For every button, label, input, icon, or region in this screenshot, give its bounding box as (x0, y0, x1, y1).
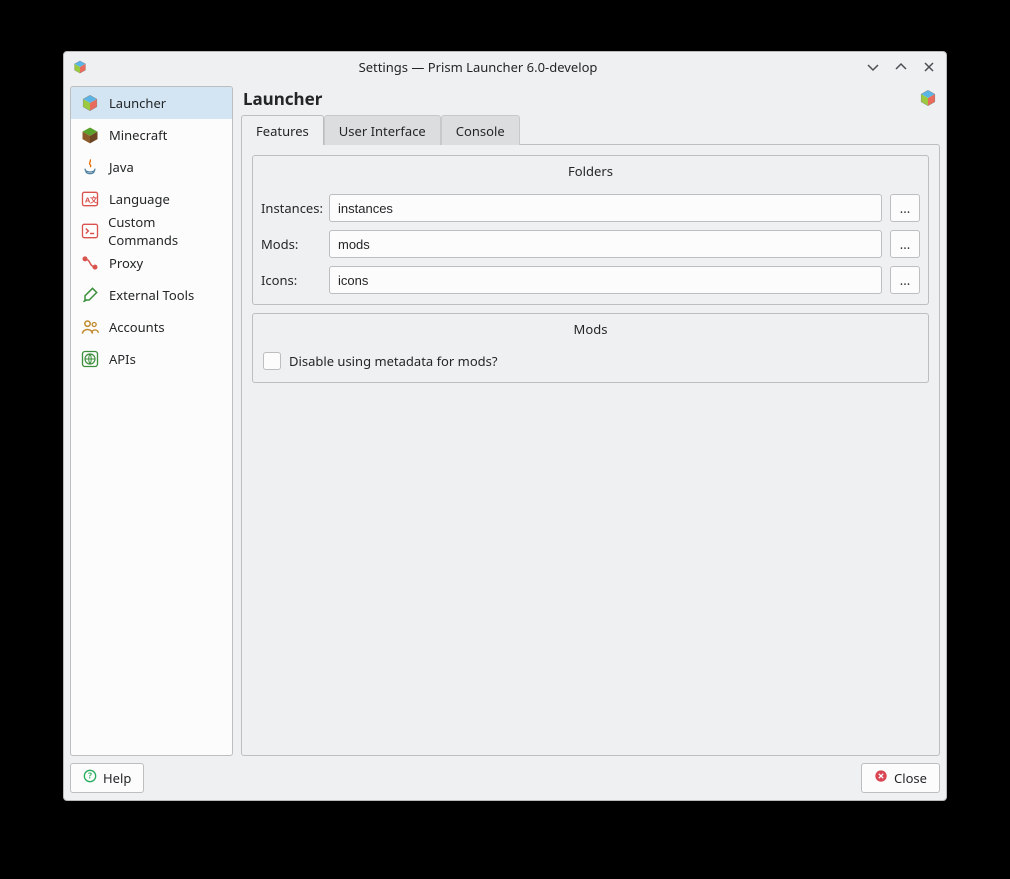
close-button-label: Close (894, 769, 927, 787)
sidebar-item-label: Launcher (109, 94, 166, 112)
instances-row: Instances: ... (261, 194, 920, 222)
disable-metadata-label: Disable using metadata for mods? (289, 352, 498, 370)
tab-features[interactable]: Features (241, 115, 324, 145)
instances-browse-button[interactable]: ... (890, 194, 920, 222)
terminal-icon (79, 220, 100, 242)
tab-label: Console (456, 122, 505, 140)
mods-label: Mods: (261, 235, 321, 253)
tab-label: Features (256, 122, 309, 140)
grass-block-icon (79, 124, 101, 146)
upper-area: Launcher Minecraft (70, 86, 940, 756)
sidebar-item-language[interactable]: A 文 Language (71, 183, 232, 215)
close-window-button[interactable] (920, 58, 938, 76)
sidebar-item-minecraft[interactable]: Minecraft (71, 119, 232, 151)
proxy-icon (79, 252, 101, 274)
folders-legend: Folders (261, 158, 920, 186)
help-icon: ? (83, 769, 97, 787)
help-button-label: Help (103, 769, 131, 787)
sidebar-item-label: APIs (109, 350, 136, 368)
sidebar-item-label: Accounts (109, 318, 165, 336)
prism-icon (79, 92, 101, 114)
sidebar-item-external-tools[interactable]: External Tools (71, 279, 232, 311)
external-tools-icon (79, 284, 101, 306)
tab-user-interface[interactable]: User Interface (324, 115, 441, 145)
mods-browse-button[interactable]: ... (890, 230, 920, 258)
sidebar-item-apis[interactable]: APIs (71, 343, 232, 375)
sidebar-item-proxy[interactable]: Proxy (71, 247, 232, 279)
close-icon (874, 769, 888, 787)
tab-label: User Interface (339, 122, 426, 140)
icons-input[interactable] (329, 266, 882, 294)
instances-label: Instances: (261, 199, 321, 217)
sidebar-item-custom-commands[interactable]: Custom Commands (71, 215, 232, 247)
accounts-icon (79, 316, 101, 338)
settings-sidebar: Launcher Minecraft (70, 86, 233, 756)
tab-console[interactable]: Console (441, 115, 520, 145)
mods-row: Mods: ... (261, 230, 920, 258)
sidebar-item-java[interactable]: Java (71, 151, 232, 183)
folders-group: Folders Instances: ... Mods: (252, 155, 929, 305)
client-area: Launcher Minecraft (64, 82, 946, 800)
sidebar-item-label: External Tools (109, 286, 194, 304)
icons-label: Icons: (261, 271, 321, 289)
settings-window: Settings — Prism Launcher 6.0-develop (63, 51, 947, 801)
disable-metadata-row: Disable using metadata for mods? (261, 344, 920, 372)
window-title: Settings — Prism Launcher 6.0-develop (92, 58, 864, 76)
ellipsis-icon: ... (900, 271, 910, 289)
icons-row: Icons: ... (261, 266, 920, 294)
sidebar-item-label: Java (109, 158, 134, 176)
mods-legend: Mods (261, 316, 920, 344)
language-icon: A 文 (79, 188, 101, 210)
sidebar-item-label: Minecraft (109, 126, 167, 144)
disable-metadata-checkbox[interactable] (263, 352, 281, 370)
ellipsis-icon: ... (900, 235, 910, 253)
sidebar-item-accounts[interactable]: Accounts (71, 311, 232, 343)
minimize-button[interactable] (864, 58, 882, 76)
maximize-button[interactable] (892, 58, 910, 76)
main-panel: Launcher Features (241, 86, 940, 756)
sidebar-item-label: Custom Commands (108, 213, 224, 249)
sidebar-item-label: Proxy (109, 254, 143, 272)
app-icon (72, 59, 88, 75)
page-title: Launcher (243, 87, 918, 110)
ellipsis-icon: ... (900, 199, 910, 217)
mods-group: Mods Disable using metadata for mods? (252, 313, 929, 383)
prism-logo-icon (918, 88, 938, 108)
dialog-footer: ? Help Close (70, 756, 940, 794)
titlebar: Settings — Prism Launcher 6.0-develop (64, 52, 946, 82)
close-button[interactable]: Close (861, 763, 940, 793)
mods-input[interactable] (329, 230, 882, 258)
svg-text:文: 文 (90, 194, 98, 205)
tab-strip: Features User Interface Console (241, 114, 940, 144)
java-icon (79, 156, 101, 178)
sidebar-item-launcher[interactable]: Launcher (71, 87, 232, 119)
svg-text:?: ? (88, 772, 92, 782)
help-button[interactable]: ? Help (70, 763, 144, 793)
instances-input[interactable] (329, 194, 882, 222)
icons-browse-button[interactable]: ... (890, 266, 920, 294)
page-header: Launcher (241, 86, 940, 114)
window-controls (864, 58, 938, 76)
tab-page-features: Folders Instances: ... Mods: (241, 144, 940, 756)
sidebar-item-label: Language (109, 190, 170, 208)
globe-icon (79, 348, 101, 370)
